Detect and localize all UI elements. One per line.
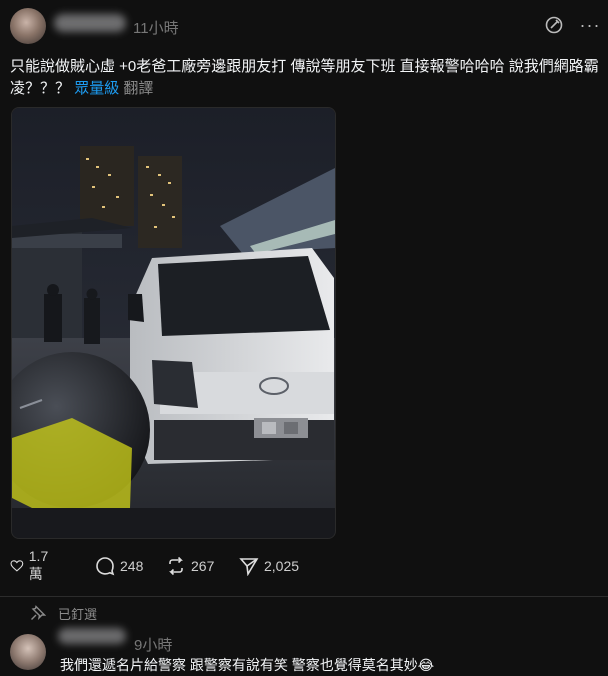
author-username-blurred[interactable] [54,14,126,32]
send-icon [239,558,259,576]
more-options-icon[interactable]: ··· [578,15,602,35]
divider [0,596,608,597]
pinned-label: 已釘選 [58,606,98,622]
comment-button[interactable]: 248 [95,556,143,576]
topic-tag-link[interactable]: 眾量級 [74,80,119,97]
reply-text: 我們還遞名片給警察 跟警察有說有笑 警察也覺得莫名其妙😂 [60,657,435,673]
post-timestamp: 11小時 [133,20,179,37]
translate-link[interactable]: 翻譯 [123,80,153,97]
comment-icon [96,557,115,576]
post-photo[interactable] [11,107,336,539]
comment-count: 248 [120,558,144,574]
pin-icon [31,605,46,621]
pinned-indicator: 已釘選 [30,604,97,622]
like-count: 1.7 萬 [28,548,49,582]
repost-button[interactable]: 267 [166,556,214,576]
share-count: 2,025 [264,558,300,574]
edit-history-icon[interactable] [544,15,564,35]
repost-count: 267 [191,558,215,574]
post-body: 只能說做賊心虛 +0老爸工廠旁邊跟朋友打 傳說等朋友下班 直接報警哈哈哈 說我們… [10,56,600,100]
share-button[interactable]: 2,025 [239,556,299,576]
reply-author-username-blurred[interactable] [58,628,126,644]
reply-timestamp: 9小時 [134,637,173,654]
author-avatar[interactable] [10,8,46,44]
repost-icon [169,556,183,576]
reply-author-avatar[interactable] [10,634,46,670]
post: 11小時 ··· 只能說做賊心虛 +0老爸工廠旁邊跟朋友打 傳說等朋友下班 直接… [0,0,608,596]
heart-icon [10,560,24,572]
like-button[interactable]: 1.7 萬 [10,548,54,582]
